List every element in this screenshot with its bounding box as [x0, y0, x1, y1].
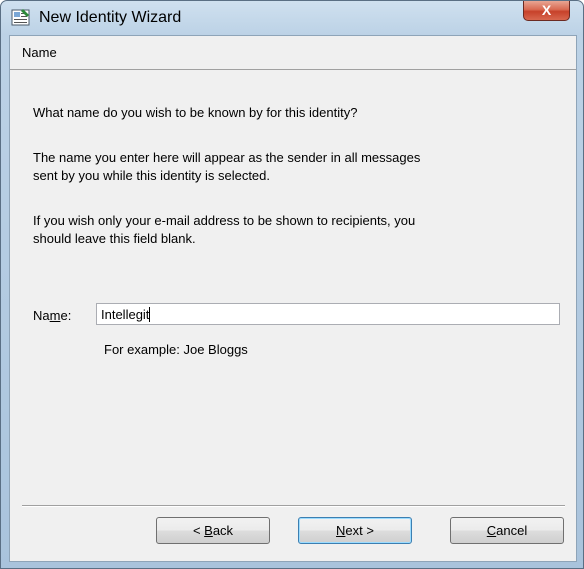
name-input-value: Intellegit	[101, 307, 150, 322]
close-icon: X	[541, 2, 552, 18]
window-title: New Identity Wizard	[39, 9, 182, 26]
title-bar[interactable]: New Identity Wizard X	[1, 1, 583, 35]
wizard-client-area: Name What name do you wish to be known b…	[9, 35, 577, 562]
cancel-button[interactable]: Cancel	[450, 517, 564, 544]
wizard-identity-icon	[11, 9, 30, 26]
blank-hint-line-2: should leave this field blank.	[33, 231, 196, 246]
window-frame: New Identity Wizard X Name What name do …	[0, 0, 584, 569]
name-label: Name:	[33, 308, 72, 323]
next-button[interactable]: Next >	[298, 517, 412, 544]
name-example: For example: Joe Bloggs	[104, 342, 248, 357]
back-button[interactable]: < Back	[156, 517, 270, 544]
wizard-header: Name	[10, 36, 576, 70]
blank-hint-line-1: If you wish only your e-mail address to …	[33, 213, 416, 228]
name-input[interactable]: Intellegit	[96, 303, 560, 325]
question-text: What name do you wish to be known by for…	[33, 105, 358, 120]
button-separator	[22, 505, 565, 507]
description-line-2: sent by you while this identity is selec…	[33, 168, 271, 183]
close-button[interactable]: X	[523, 1, 570, 21]
page-title: Name	[22, 45, 57, 60]
description-line-1: The name you enter here will appear as t…	[33, 150, 421, 165]
text-caret	[149, 307, 151, 322]
